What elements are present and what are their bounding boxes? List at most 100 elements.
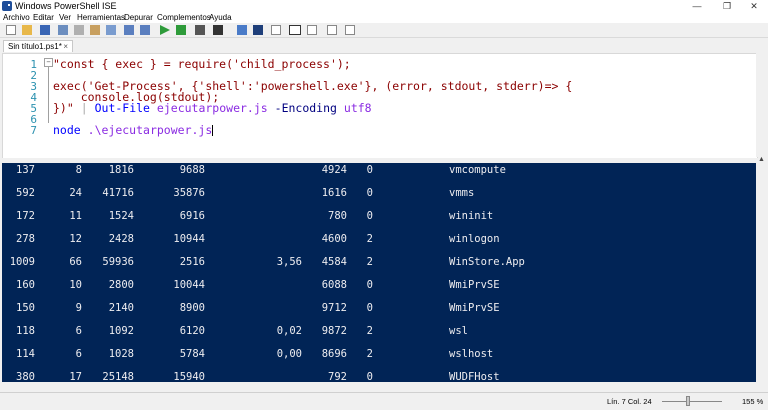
cut-icon[interactable] (58, 25, 68, 35)
process-name: wininit (449, 210, 494, 222)
text-cursor (212, 125, 214, 136)
process-cell: 6088 (321, 279, 347, 291)
process-cell: 0 (366, 279, 373, 291)
restore-button[interactable]: ❐ (713, 0, 741, 12)
process-name: wsl (449, 325, 468, 337)
start-powershell-icon[interactable] (253, 25, 263, 35)
process-cell: 137 (16, 164, 35, 176)
run-script-icon[interactable] (160, 25, 170, 35)
console-pane[interactable]: 137 8 1816 9688 4924 0 vmcompute 592 24 41716 3587… (2, 163, 756, 382)
paste-icon[interactable] (90, 25, 100, 35)
process-cell: 10044 (173, 279, 205, 291)
process-row: 278 12 2428 10944 4600 2 winlogon (2, 233, 756, 245)
process-cell: 2 (366, 325, 373, 337)
code-argument: ejecutarpower.js (156, 101, 268, 115)
show-command-window-icon[interactable] (327, 25, 337, 35)
process-cell: 8696 (321, 348, 347, 360)
process-cell: 5784 (179, 348, 205, 360)
window-title: Windows PowerShell ISE (15, 1, 117, 11)
process-cell: 6916 (179, 210, 205, 222)
zoom-slider-track[interactable] (662, 401, 722, 402)
process-cell: 118 (16, 325, 35, 337)
process-cell: 1092 (108, 325, 134, 337)
process-cell: 0 (366, 187, 373, 199)
tab-sin-titulo1[interactable]: Sin título1.ps1* × (3, 40, 73, 52)
process-cell: 2 (366, 256, 373, 268)
editor-scrollbar[interactable] (756, 53, 768, 157)
remote-powershell-icon[interactable] (237, 25, 247, 35)
process-cell: 9 (75, 302, 82, 314)
show-command-addon-icon[interactable] (345, 25, 355, 35)
menu-ver[interactable]: Ver (59, 12, 71, 23)
process-row: 172 11 1524 6916 780 0 wininit (2, 210, 756, 222)
stop-icon[interactable] (195, 25, 205, 35)
cursor-position: Lín. 7 Col. 24 (607, 397, 652, 406)
process-row: 137 8 1816 9688 4924 0 vmcompute (2, 164, 756, 176)
zoom-slider-thumb[interactable] (686, 396, 690, 406)
menu-complementos[interactable]: Complementos (157, 12, 211, 23)
close-button[interactable]: ✕ (740, 0, 768, 12)
code-string-end: })" (53, 101, 74, 115)
title-bar: Windows PowerShell ISE — ❐ ✕ (0, 0, 768, 12)
process-row: 150 9 2140 8900 9712 0 WmiPrvSE (2, 302, 756, 314)
code-line-1: "const { exec } = require('child_process… (53, 57, 351, 71)
minimize-button[interactable]: — (683, 0, 711, 12)
process-cell: 11 (69, 210, 82, 222)
menu-herramientas[interactable]: Herramientas (77, 12, 125, 23)
process-cell: 2140 (108, 302, 134, 314)
undo-icon[interactable] (124, 25, 134, 35)
process-cell: 0,02 (276, 325, 302, 337)
code-line-5: })" | Out-File ejecutarpower.js -Encodin… (53, 101, 372, 115)
show-script-maximized-icon[interactable] (307, 25, 317, 35)
menu-ayuda[interactable]: Ayuda (209, 12, 232, 23)
menu-archivo[interactable]: Archivo (3, 12, 30, 23)
toolbar (0, 23, 768, 38)
code-pipe: | (80, 101, 88, 115)
script-editor[interactable]: 1 2 3 4 5 6 7 − "const { exec } = requir… (2, 53, 758, 159)
process-cell: 1524 (108, 210, 134, 222)
process-cell: 592 (16, 187, 35, 199)
open-folder-icon[interactable] (22, 25, 32, 35)
console-scrollbar[interactable] (756, 163, 768, 382)
show-script-top-icon[interactable] (271, 25, 281, 35)
process-cell: 0 (366, 210, 373, 222)
tab-close-icon[interactable]: × (63, 41, 68, 53)
process-cell: 278 (16, 233, 35, 245)
process-cell: 35876 (173, 187, 205, 199)
process-cell: 8900 (179, 302, 205, 314)
process-cell: 4584 (321, 256, 347, 268)
process-cell: 172 (16, 210, 35, 222)
process-cell: 2428 (108, 233, 134, 245)
run-selection-icon[interactable] (176, 25, 186, 35)
menu-depurar[interactable]: Depurar (124, 12, 153, 23)
process-name: vmcompute (449, 164, 506, 176)
process-cell: 114 (16, 348, 35, 360)
process-cell: 9872 (321, 325, 347, 337)
process-cell: 1028 (108, 348, 134, 360)
new-file-icon[interactable] (6, 25, 16, 35)
process-name: wslhost (449, 348, 494, 360)
line-number: 7 (30, 124, 37, 137)
process-name: WinStore.App (449, 256, 525, 268)
process-cell: 66 (69, 256, 82, 268)
process-cell: 9688 (179, 164, 205, 176)
save-icon[interactable] (40, 25, 50, 35)
process-row: 160 10 2800 10044 6088 0 WmiPrvSE (2, 279, 756, 291)
code-argument: .\ejecutarpower.js (87, 123, 213, 137)
process-cell: 9712 (321, 302, 347, 314)
process-cell: 17 (69, 371, 82, 382)
fold-toggle-icon[interactable]: − (44, 58, 53, 67)
clear-icon[interactable] (106, 25, 116, 35)
process-cell: 780 (328, 210, 347, 222)
menu-editar[interactable]: Editar (33, 12, 54, 23)
process-cell: 6 (75, 348, 82, 360)
show-script-right-icon[interactable] (289, 25, 301, 35)
console-horizontal-scrollbar[interactable] (2, 382, 756, 392)
process-name: WmiPrvSE (449, 302, 500, 314)
debug-icon[interactable] (213, 25, 223, 35)
copy-icon[interactable] (74, 25, 84, 35)
process-cell: 15940 (173, 371, 205, 382)
redo-icon[interactable] (140, 25, 150, 35)
process-cell: 380 (16, 371, 35, 382)
process-cell: 0 (366, 302, 373, 314)
